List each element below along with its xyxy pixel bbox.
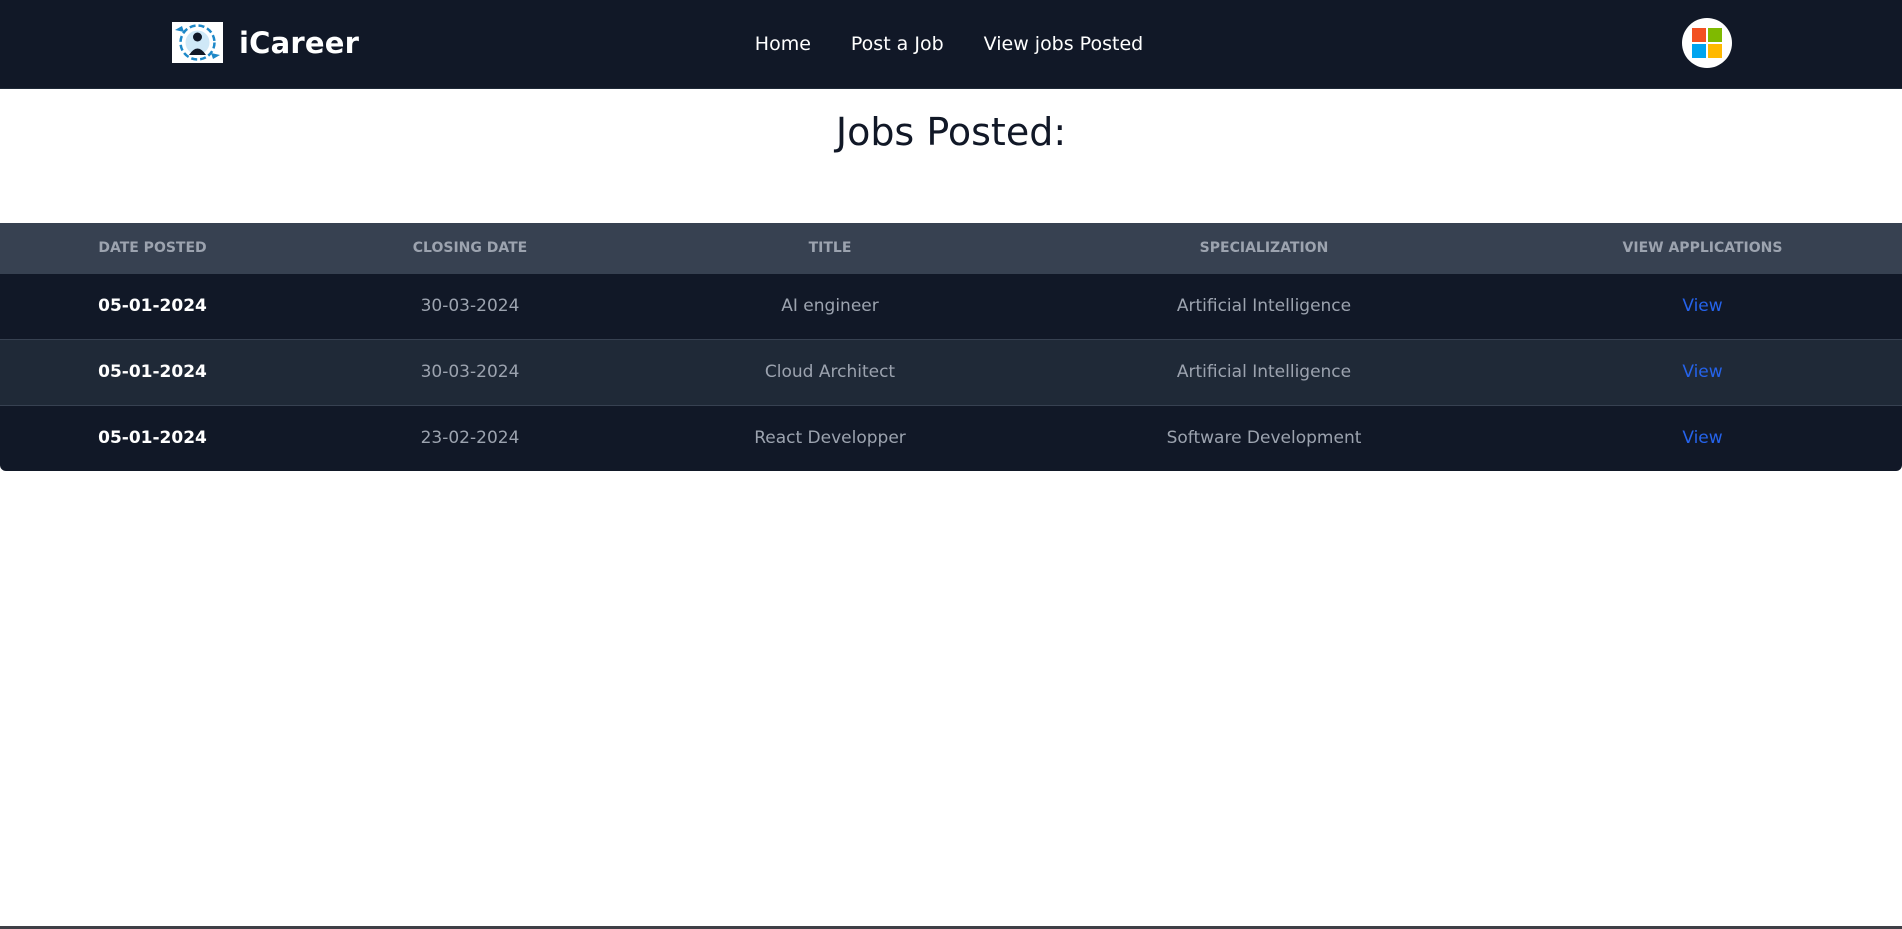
table-row: 05-01-2024 30-03-2024 Cloud Architect Ar… <box>0 339 1902 405</box>
column-header-date-posted: Date Posted <box>98 239 207 256</box>
cell-view-applications: View <box>1503 405 1902 471</box>
icareer-logo-icon <box>172 22 223 63</box>
cell-closing-date: 23-02-2024 <box>420 428 520 449</box>
nav-post-job-link[interactable]: Post a Job <box>851 33 944 55</box>
cell-specialization: Software Development <box>1166 428 1362 449</box>
page: iCareer Home Post a Job View jobs Posted… <box>0 0 1902 929</box>
cell-closing-date: 30-03-2024 <box>420 362 520 382</box>
cell-specialization: Artificial Intelligence <box>1176 362 1352 382</box>
cell-title: AI engineer <box>781 296 879 316</box>
nav-view-jobs-link[interactable]: View jobs Posted <box>984 33 1144 55</box>
view-applications-link[interactable]: View <box>1682 362 1722 382</box>
table-body: 05-01-2024 30-03-2024 AI engineer Artifi… <box>0 273 1902 471</box>
cell-date-posted: 05-01-2024 <box>98 362 207 382</box>
brand-name: iCareer <box>239 25 360 60</box>
table-row: 05-01-2024 30-03-2024 AI engineer Artifi… <box>0 273 1902 339</box>
view-applications-link[interactable]: View <box>1682 428 1722 448</box>
page-title: Jobs Posted: <box>835 110 1067 154</box>
column-header-closing-date: Closing Date <box>412 239 528 256</box>
cell-view-applications: View <box>1503 273 1902 339</box>
view-applications-link[interactable]: View <box>1682 296 1722 316</box>
nav-home-link[interactable]: Home <box>755 33 811 55</box>
cell-title: React Developper <box>754 428 906 449</box>
cell-date-posted: 05-01-2024 <box>98 428 207 449</box>
jobs-table-container: Date Posted Closing Date Title Specializ… <box>0 223 1902 471</box>
jobs-table: Date Posted Closing Date Title Specializ… <box>0 223 1902 471</box>
column-header-title: Title <box>808 239 852 256</box>
table-row: 05-01-2024 23-02-2024 React Developper S… <box>0 405 1902 471</box>
cell-specialization: Artificial Intelligence <box>1176 296 1352 316</box>
table-header: Date Posted Closing Date Title Specializ… <box>0 223 1902 273</box>
cell-view-applications: View <box>1503 339 1902 405</box>
user-menu-button[interactable] <box>1682 18 1732 68</box>
cell-date-posted: 05-01-2024 <box>98 296 207 316</box>
cell-closing-date: 30-03-2024 <box>420 296 520 316</box>
navbar: iCareer Home Post a Job View jobs Posted <box>0 0 1902 89</box>
column-header-view-applications: View Applications <box>1622 239 1783 256</box>
cell-title: Cloud Architect <box>764 362 896 382</box>
column-header-specialization: Specialization <box>1199 239 1329 256</box>
brand-link[interactable]: iCareer <box>172 22 359 63</box>
microsoft-logo-icon <box>1692 28 1722 58</box>
